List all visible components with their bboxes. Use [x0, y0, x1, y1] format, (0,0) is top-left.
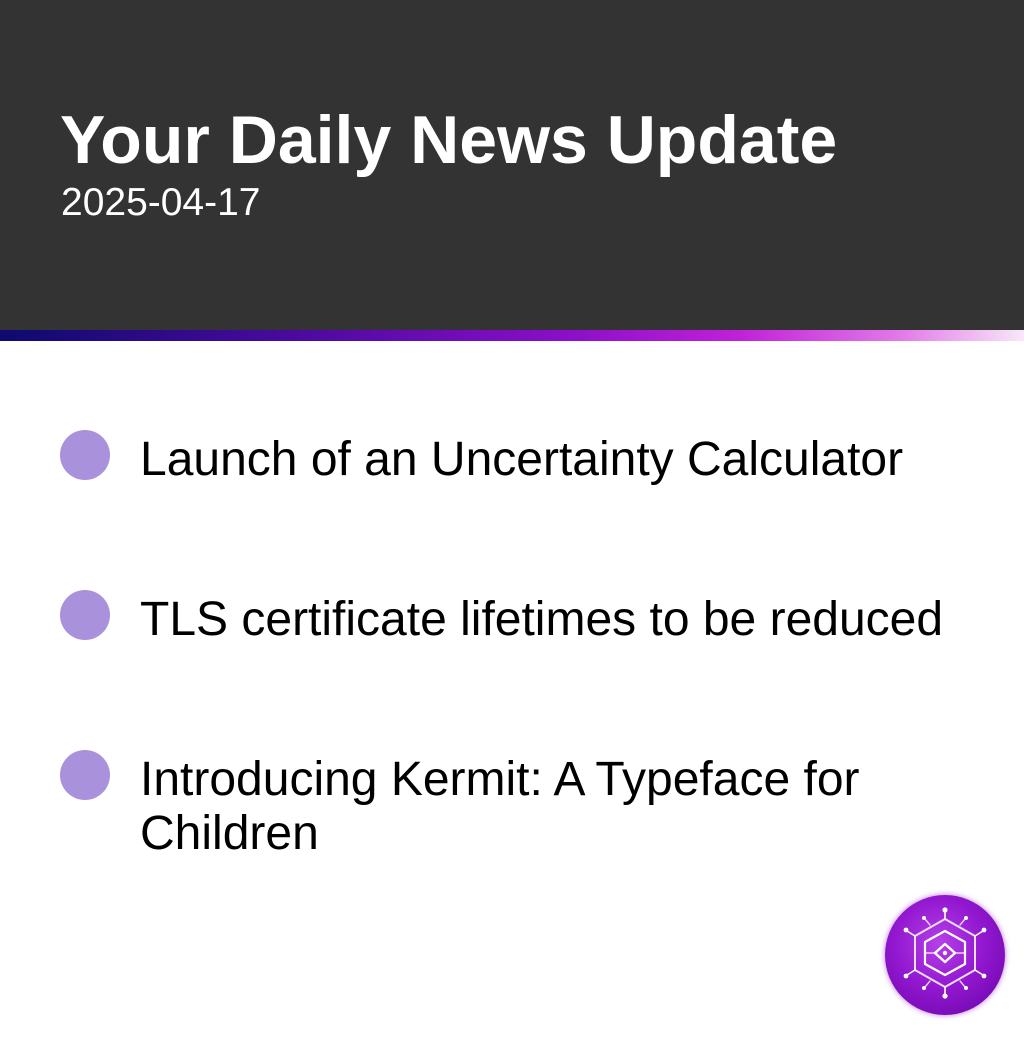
bullet-dot-icon: [60, 590, 110, 640]
news-item-text: Introducing Kermit: A Typeface for Child…: [140, 753, 860, 860]
bullet-dot-icon: [60, 430, 110, 480]
circuit-hexagon-icon: [903, 907, 987, 999]
brand-logo: [885, 895, 1005, 1015]
news-item-text: TLS certificate lifetimes to be reduced: [140, 593, 944, 646]
news-item-text: Launch of an Uncertainty Calculator: [140, 433, 904, 486]
bullet-dot-icon: [60, 750, 110, 800]
news-list: Launch of an Uncertainty Calculator TLS …: [0, 0, 1024, 1064]
